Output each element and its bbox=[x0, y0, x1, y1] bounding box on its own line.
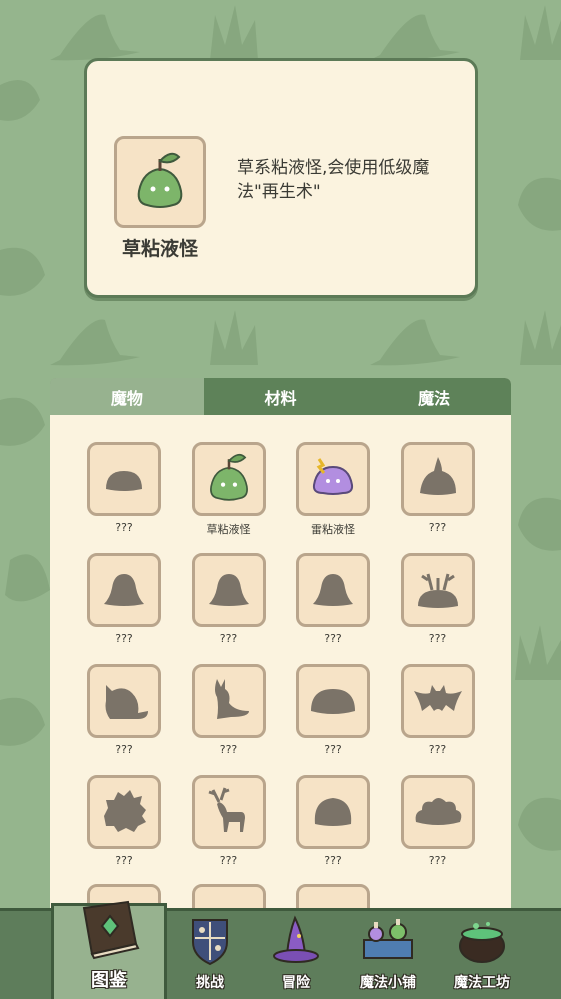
monster-grid: ??? 草粘液怪 雷粘液怪 ??? ??? ??? ??? ??? ??? ??… bbox=[87, 442, 487, 867]
nav-adventure[interactable]: 冒险 bbox=[256, 911, 336, 999]
encyclopedia-panel: 魔物 材料 魔法 ??? 草粘液怪 雷粘液怪 ??? ??? ??? ??? ?… bbox=[50, 378, 511, 918]
hedgehog-silhouette-icon bbox=[96, 782, 152, 842]
monster-slot[interactable]: ??? bbox=[400, 775, 475, 867]
monster-slot-frame bbox=[400, 553, 475, 627]
detail-monster-description: 草系粘液怪,会使用低级魔法"再生术" bbox=[237, 158, 430, 202]
monster-slot-frame bbox=[191, 553, 266, 627]
monster-slot-label: ??? bbox=[428, 521, 447, 534]
monster-slot-frame bbox=[191, 442, 266, 516]
monster-slot-label: 草粘液怪 bbox=[206, 523, 251, 536]
nav-label: 冒险 bbox=[282, 975, 310, 991]
monster-slot-frame bbox=[400, 442, 475, 516]
monster-slot-frame bbox=[87, 553, 161, 627]
monster-slot-label: ??? bbox=[428, 854, 447, 867]
bell-slime-silhouette-icon bbox=[201, 560, 257, 620]
cauldron-icon bbox=[452, 914, 512, 970]
deer-silhouette-icon bbox=[201, 782, 257, 842]
monster-slot[interactable]: ??? bbox=[296, 664, 370, 756]
monster-slot[interactable]: ??? bbox=[87, 442, 161, 534]
bat-silhouette-icon bbox=[410, 671, 466, 731]
potion-shop-icon bbox=[358, 914, 418, 970]
monster-slot[interactable]: ??? bbox=[191, 775, 266, 867]
monster-slot[interactable]: ??? bbox=[400, 664, 475, 756]
monster-slot[interactable]: ??? bbox=[296, 553, 370, 645]
detail-portrait-frame bbox=[114, 136, 206, 228]
monster-slot[interactable]: ??? bbox=[87, 553, 161, 645]
thunder-slime-icon bbox=[305, 449, 361, 509]
monster-slot-frame bbox=[296, 775, 370, 849]
bell-slime-silhouette-icon bbox=[96, 560, 152, 620]
blob-silhouette-icon bbox=[96, 449, 152, 509]
monster-slot-label: ??? bbox=[115, 743, 133, 756]
monster-detail-card: 草粘液怪 草系粘液怪,会使用低级魔法"再生术" bbox=[84, 58, 478, 298]
shell-silhouette-icon bbox=[305, 671, 361, 731]
monster-slot-label: ??? bbox=[324, 854, 342, 867]
tab-materials[interactable]: 材料 bbox=[204, 378, 358, 415]
monster-slot[interactable]: 雷粘液怪 bbox=[296, 442, 370, 536]
monster-slot-frame bbox=[87, 775, 161, 849]
monster-slot[interactable]: ??? bbox=[296, 775, 370, 867]
detail-monster-name: 草粘液怪 bbox=[121, 238, 198, 260]
monster-slot-label: ??? bbox=[324, 743, 342, 756]
monster-slot-frame bbox=[87, 442, 161, 516]
monster-slot-frame bbox=[191, 775, 266, 849]
nav-magic-workshop[interactable]: 魔法工坊 bbox=[432, 911, 532, 999]
antler-bush-silhouette-icon bbox=[410, 560, 466, 620]
monster-slot-label: ??? bbox=[324, 632, 342, 645]
book-icon bbox=[70, 898, 148, 964]
monster-slot-frame bbox=[400, 664, 475, 738]
monster-slot-frame bbox=[296, 442, 370, 516]
grass-slime-icon bbox=[127, 147, 193, 217]
flame-slime-silhouette-icon bbox=[410, 449, 466, 509]
tab-magic[interactable]: 魔法 bbox=[357, 378, 511, 415]
nav-challenge[interactable]: 挑战 bbox=[170, 911, 250, 999]
shield-icon bbox=[187, 914, 233, 970]
monster-slot-frame bbox=[296, 553, 370, 627]
monster-slot-label: ??? bbox=[115, 521, 133, 534]
monster-slot-label: ??? bbox=[428, 743, 447, 756]
category-tabs: 魔物 材料 魔法 bbox=[50, 378, 511, 415]
monster-slot-label: ??? bbox=[115, 632, 133, 645]
tab-monsters[interactable]: 魔物 bbox=[50, 378, 204, 415]
monster-slot-label: ??? bbox=[219, 854, 238, 867]
dome-silhouette-icon bbox=[305, 782, 361, 842]
nav-label: 图鉴 bbox=[91, 970, 127, 991]
monster-slot-label: ??? bbox=[428, 632, 447, 645]
monster-slot[interactable]: ??? bbox=[400, 553, 475, 645]
monster-slot-frame bbox=[191, 664, 266, 738]
bottom-navigation: 图鉴 挑战 冒险 魔法小铺 魔法工坊 bbox=[0, 900, 561, 999]
monster-slot-label: ??? bbox=[115, 854, 133, 867]
monster-slot[interactable]: ??? bbox=[191, 664, 266, 756]
cloud-silhouette-icon bbox=[410, 782, 466, 842]
monster-slot[interactable]: ??? bbox=[191, 553, 266, 645]
monster-slot-frame bbox=[87, 664, 161, 738]
nav-label: 魔法工坊 bbox=[454, 975, 510, 991]
nav-label: 挑战 bbox=[196, 975, 224, 991]
monster-slot-label: ??? bbox=[219, 743, 238, 756]
kangaroo-silhouette-icon bbox=[201, 671, 257, 731]
monster-slot[interactable]: ??? bbox=[400, 442, 475, 534]
beast-silhouette-icon bbox=[96, 671, 152, 731]
monster-slot-label: 雷粘液怪 bbox=[311, 523, 355, 536]
nav-label: 魔法小铺 bbox=[360, 975, 416, 991]
monster-slot-frame bbox=[400, 775, 475, 849]
bell-slime-silhouette-icon bbox=[305, 560, 361, 620]
nav-encyclopedia[interactable]: 图鉴 bbox=[51, 900, 167, 999]
monster-slot[interactable]: ??? bbox=[87, 775, 161, 867]
monster-slot-label: ??? bbox=[219, 632, 238, 645]
grass-slime-icon bbox=[201, 449, 257, 509]
monster-slot[interactable]: 草粘液怪 bbox=[191, 442, 266, 536]
monster-slot[interactable]: ??? bbox=[87, 664, 161, 756]
monster-slot-frame bbox=[296, 664, 370, 738]
wizard-hat-icon bbox=[269, 914, 323, 970]
nav-magic-shop[interactable]: 魔法小铺 bbox=[343, 911, 433, 999]
